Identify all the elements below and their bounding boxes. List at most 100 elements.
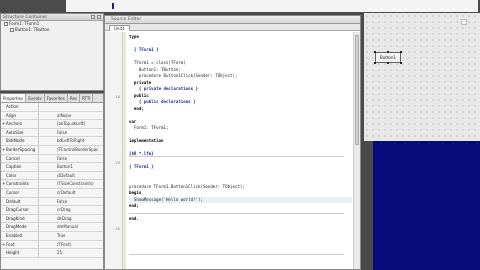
property-row[interactable]: BidiMode bdLeftToRight [1, 137, 103, 146]
expand-icon[interactable]: + [2, 241, 5, 249]
property-value[interactable]: False [39, 198, 103, 206]
property-row[interactable]: DragKind dkDrag [1, 214, 103, 224]
property-name: BorderSpacing [6, 146, 36, 152]
property-name: DragMode [6, 224, 27, 230]
property-value[interactable]: True [39, 232, 103, 240]
property-value[interactable]: dmManual [39, 223, 103, 231]
toolbar-area [66, 0, 478, 12]
change-marker-bar [123, 32, 126, 269]
property-row[interactable]: Default False [1, 197, 103, 207]
resize-grip-icon[interactable] [461, 19, 467, 25]
property-name: Align [6, 112, 17, 118]
property-name: Color [6, 172, 17, 178]
property-value[interactable]: False [39, 129, 103, 137]
property-name: BidiMode [6, 138, 25, 144]
property-row[interactable]: + Font (TFont) [1, 240, 103, 250]
property-value[interactable] [39, 103, 103, 111]
property-value[interactable]: False [39, 155, 103, 163]
selection-handle[interactable] [374, 51, 376, 53]
property-name: Enabled [6, 232, 23, 238]
property-value[interactable]: (TSizeConstraints) [39, 180, 103, 188]
property-value[interactable]: (TFont) [39, 241, 103, 249]
selection-handle[interactable] [387, 62, 389, 64]
property-row[interactable]: AutoSize False [1, 128, 103, 138]
line-number: 30 [115, 227, 120, 231]
divider-line [129, 254, 344, 255]
property-value[interactable]: crDrag [39, 206, 103, 214]
selection-handle[interactable] [400, 62, 402, 64]
code-area[interactable]: type { TForm1 } TForm1 = class(TForm) Bu… [129, 34, 352, 223]
property-row[interactable]: Enabled True [1, 231, 103, 241]
property-name: Cursor [6, 189, 20, 195]
component-tree-title: Structure Container [3, 15, 48, 20]
inspector-tab[interactable]: Favorites [45, 94, 68, 102]
inspector-tab[interactable]: Events [26, 94, 45, 102]
property-row[interactable]: Cancel False [1, 154, 103, 164]
property-name: Default [6, 198, 21, 204]
expand-icon[interactable]: + [2, 120, 5, 128]
property-row[interactable]: DragMode dmManual [1, 223, 103, 232]
object-inspector: Properties Events Favorites Res RTTI Action A… [0, 93, 104, 270]
property-row[interactable]: + Constraints (TSizeConstraints) [1, 180, 103, 189]
component-tree-panel: Structure Container Form1: TForm1 Button1… [0, 13, 104, 91]
property-grid: Action Align alNone + Anchors [akTop,akLeft] A… [1, 103, 103, 258]
editor-title-bar: Source Editor [105, 16, 360, 24]
property-row[interactable]: Caption Button1 [1, 163, 103, 172]
property-name: Anchors [6, 121, 23, 127]
source-editor: Source Editor Unit1 10 20 30 type { TForm1… [104, 15, 361, 270]
property-value[interactable]: crDefault [39, 189, 103, 197]
editor-tab-strip: Unit1 [105, 24, 360, 31]
property-name: Caption [6, 164, 22, 170]
close-icon[interactable] [97, 15, 101, 19]
property-value[interactable]: alNone [39, 112, 103, 120]
property-value[interactable]: (TControlBorderSpac [39, 146, 103, 154]
inspector-tab[interactable]: Res [68, 94, 80, 102]
toolbar-marker [112, 3, 114, 9]
tree-node-icon [10, 28, 14, 32]
property-row[interactable]: Color clDefault [1, 171, 103, 181]
property-name: Action [6, 104, 19, 109]
selection-handle[interactable] [400, 51, 402, 53]
form-designer[interactable]: Button1 [364, 13, 480, 141]
selection-handle[interactable] [387, 51, 389, 53]
tree-item[interactable]: Button1: TButton [1, 27, 103, 33]
component-tree-title-bar: Structure Container [1, 14, 103, 21]
property-name: DragCursor [6, 207, 29, 213]
tab-unit1[interactable]: Unit1 [109, 25, 130, 31]
component-tree: Form1: TForm1 Button1: TButton [1, 21, 103, 33]
tree-item-label: Form1: TForm1 [9, 21, 40, 26]
property-value[interactable]: Button1 [39, 163, 103, 171]
property-row[interactable]: Align alNone [1, 111, 103, 121]
property-row[interactable]: + BorderSpacing (TControlBorderSpac [1, 145, 103, 155]
desktop-background [373, 141, 480, 270]
property-row[interactable]: Action [1, 103, 103, 112]
property-row[interactable]: Height 25 [1, 249, 103, 258]
property-name: DragKind [6, 215, 25, 221]
inspector-tab[interactable]: RTTI [80, 94, 94, 102]
tree-item-label: Button1: TButton [15, 27, 50, 32]
scrollbar-thumb[interactable] [355, 35, 359, 145]
property-value[interactable]: dkDrag [39, 215, 103, 223]
property-row[interactable]: Cursor crDefault [1, 188, 103, 198]
code-line[interactable]: end. [129, 216, 352, 223]
property-name: AutoSize [6, 129, 24, 135]
property-value[interactable]: clDefault [39, 172, 103, 180]
minimize-icon[interactable] [91, 15, 95, 19]
line-gutter: 10 20 30 [105, 32, 123, 269]
line-number: 10 [115, 95, 120, 99]
expand-icon[interactable]: + [2, 146, 5, 154]
selection-handle[interactable] [374, 62, 376, 64]
property-name: Cancel [6, 155, 20, 161]
property-value[interactable]: bdLeftToRight [39, 137, 103, 145]
property-row[interactable]: + Anchors [akTop,akLeft] [1, 120, 103, 129]
line-number: 20 [115, 161, 120, 165]
property-name: Constraints [6, 181, 29, 187]
inspector-tabs: Properties Events Favorites Res RTTI [1, 94, 103, 103]
desktop-gap [361, 141, 373, 270]
property-value[interactable]: 25 [39, 249, 103, 257]
vertical-scrollbar[interactable] [353, 32, 360, 269]
property-value[interactable]: [akTop,akLeft] [39, 120, 103, 128]
expand-icon[interactable]: + [2, 180, 5, 188]
property-row[interactable]: DragCursor crDrag [1, 206, 103, 215]
inspector-tab[interactable]: Properties [1, 94, 27, 102]
